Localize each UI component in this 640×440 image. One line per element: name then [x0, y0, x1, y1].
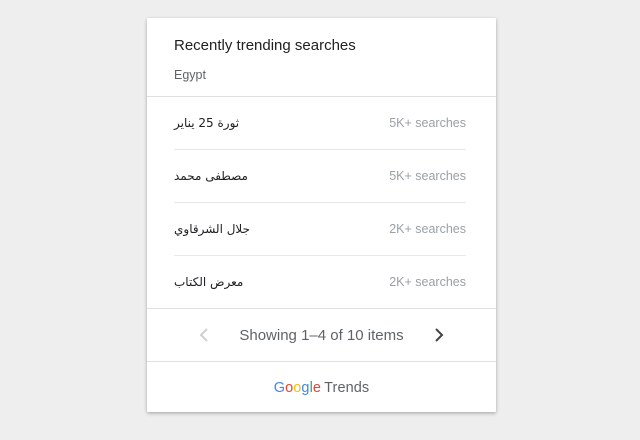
card-header: Recently trending searches Egypt	[147, 18, 496, 97]
list-item[interactable]: جلال الشرقاوي 2K+ searches	[174, 203, 466, 256]
card-footer: Google Trends	[147, 361, 496, 413]
list-item[interactable]: ثورة 25 يناير 5K+ searches	[174, 97, 466, 150]
search-count: 2K+ searches	[389, 275, 466, 289]
logo-letter: e	[312, 379, 322, 396]
region-label: Egypt	[174, 68, 206, 82]
search-term[interactable]: مصطفى محمد	[174, 169, 248, 183]
logo-product-name: Trends	[324, 379, 370, 396]
chevron-left-icon[interactable]	[195, 326, 213, 344]
google-trends-logo[interactable]: Google Trends	[274, 380, 370, 396]
search-term[interactable]: ثورة 25 يناير	[174, 116, 239, 130]
logo-letter: g	[301, 379, 310, 396]
chevron-right-icon[interactable]	[430, 326, 448, 344]
search-term[interactable]: جلال الشرقاوي	[174, 222, 250, 236]
trending-list: ثورة 25 يناير 5K+ searches مصطفى محمد 5K…	[174, 97, 466, 308]
list-item[interactable]: معرض الكتاب 2K+ searches	[174, 256, 466, 308]
card-title: Recently trending searches	[174, 37, 356, 54]
search-term[interactable]: معرض الكتاب	[174, 275, 243, 289]
list-item[interactable]: مصطفى محمد 5K+ searches	[174, 150, 466, 203]
trending-searches-card: Recently trending searches Egypt ثورة 25…	[147, 18, 496, 412]
search-count: 5K+ searches	[389, 116, 466, 130]
pagination-status: Showing 1–4 of 10 items	[239, 326, 404, 344]
logo-letter: G	[273, 379, 286, 396]
search-count: 2K+ searches	[389, 222, 466, 236]
pagination: Showing 1–4 of 10 items	[147, 308, 496, 361]
search-count: 5K+ searches	[389, 169, 466, 183]
